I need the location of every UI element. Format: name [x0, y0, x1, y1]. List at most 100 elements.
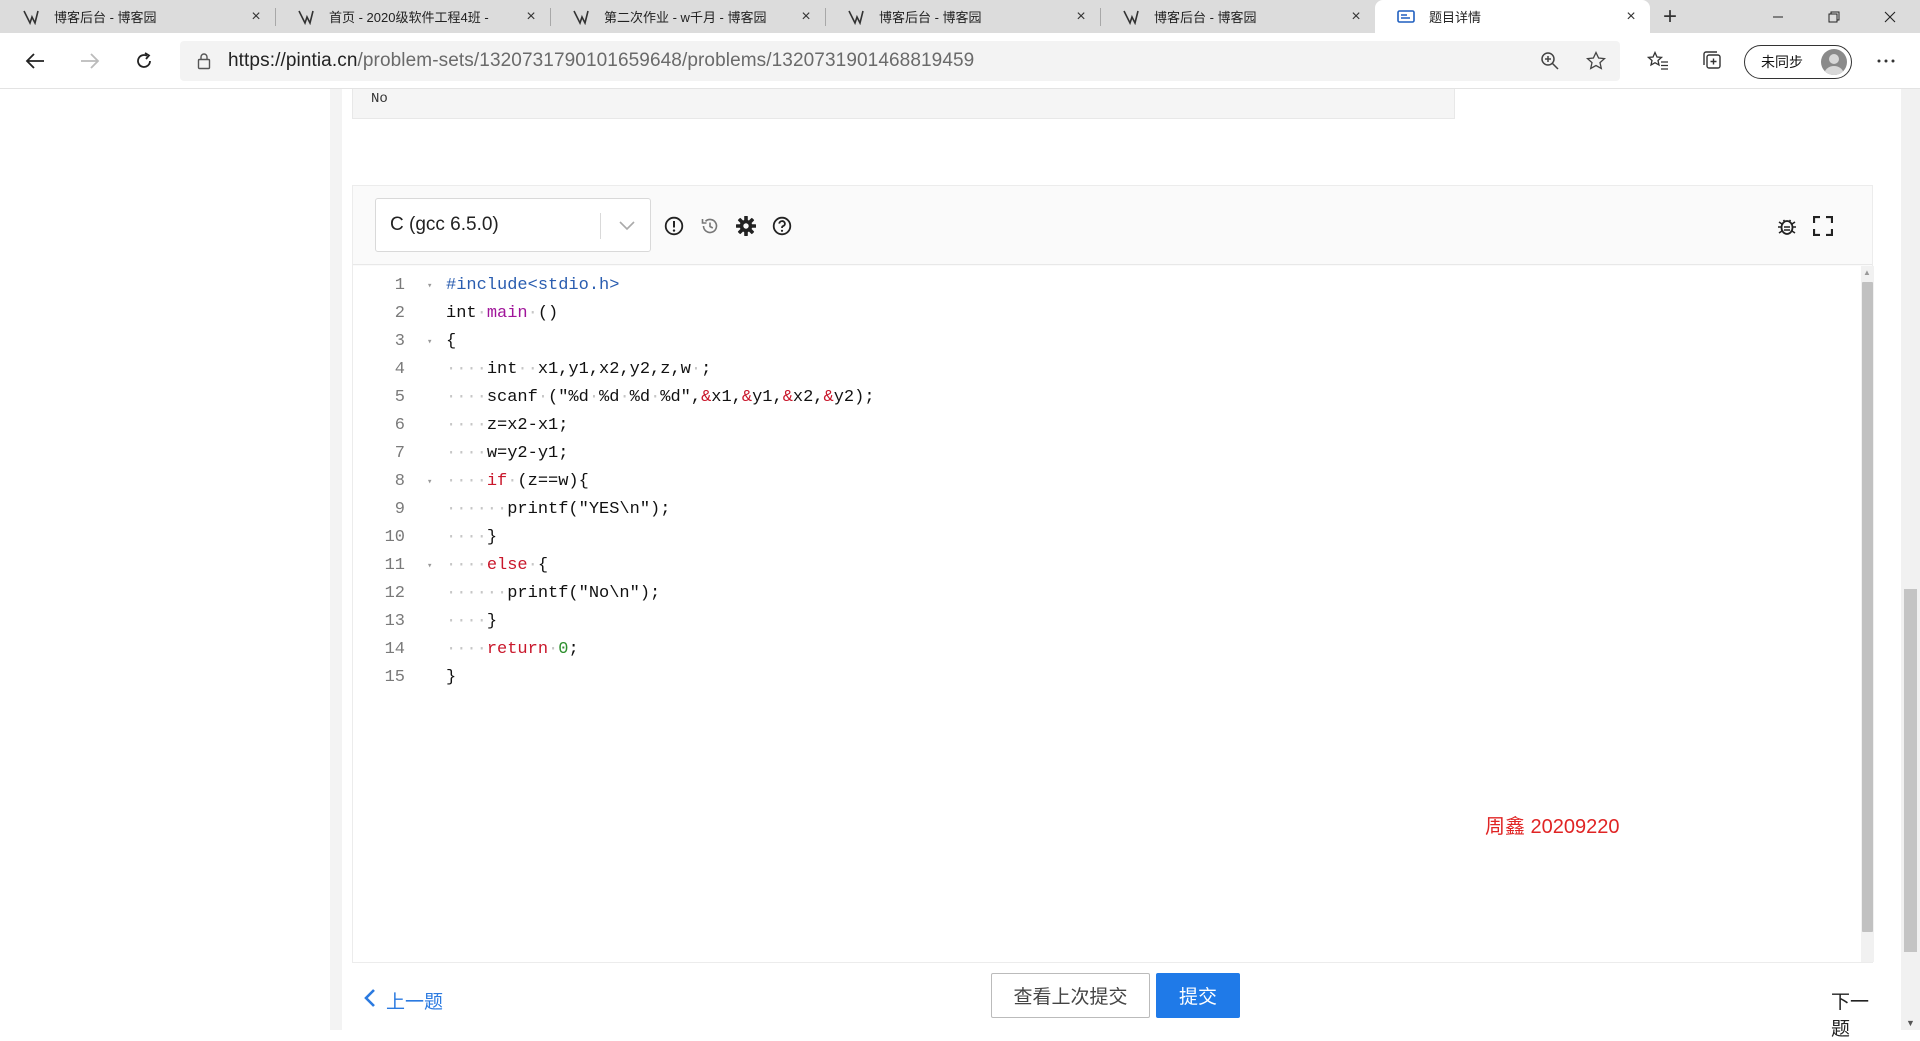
favorites-list-icon[interactable]	[1638, 41, 1678, 81]
code-line: 11 ▾ ····else·{	[353, 552, 1853, 580]
window-close-icon[interactable]	[1862, 0, 1918, 33]
line-number: 6	[394, 416, 405, 435]
refresh-icon[interactable]	[124, 41, 164, 81]
code-line: 13 ····}	[353, 608, 1853, 636]
scroll-down-arrow-icon[interactable]: ▼	[1906, 1018, 1915, 1028]
collections-icon[interactable]	[1693, 41, 1733, 81]
tab-title: 博客后台 - 博客园	[1154, 10, 1257, 25]
line-number: 4	[394, 360, 405, 379]
code-line: 14 ····return·0;	[353, 636, 1853, 664]
chevron-down-icon[interactable]	[614, 213, 640, 239]
browser-tab[interactable]: 首页 - 2020级软件工程4班 - ×	[275, 0, 550, 33]
browser-tab[interactable]: 博客后台 - 博客园 ×	[1100, 0, 1375, 33]
tab-close-icon[interactable]: ×	[791, 2, 821, 32]
code-line: 3 ▾ {	[353, 328, 1853, 356]
code-token: ("%d	[548, 388, 589, 407]
code-token: int	[486, 360, 518, 379]
fold-arrow-icon[interactable]: ▾	[427, 272, 432, 300]
code-token: }	[486, 612, 498, 631]
tab-close-icon[interactable]: ×	[1066, 2, 1096, 32]
url-text: https://pintia.cn/problem-sets/132073179…	[228, 50, 974, 72]
browser-tab[interactable]: 第二次作业 - w千月 - 博客园 ×	[550, 0, 825, 33]
code-text: ····}	[446, 528, 498, 547]
code-token: x1,y1,x2,y2,z,w	[537, 360, 691, 379]
submit-button[interactable]: 提交	[1156, 973, 1240, 1018]
back-arrow-icon[interactable]	[15, 41, 55, 81]
line-number: 5	[394, 388, 405, 407]
browser-tab[interactable]: 博客后台 - 博客园 ×	[825, 0, 1100, 33]
code-line: 2 int·main·()	[353, 300, 1853, 328]
tab-close-icon[interactable]: ×	[1616, 2, 1646, 32]
language-select[interactable]: C (gcc 6.5.0)	[375, 198, 651, 252]
code-token: x2,	[792, 388, 824, 407]
sample-output-text: No	[371, 91, 388, 107]
tab-title: 首页 - 2020级软件工程4班 -	[329, 10, 489, 25]
select-divider	[600, 213, 601, 239]
zoom-icon[interactable]	[1530, 41, 1570, 81]
gear-icon[interactable]	[732, 212, 760, 240]
address-bar[interactable]: https://pintia.cn/problem-sets/132073179…	[180, 41, 1620, 81]
profile-sync-button[interactable]: 未同步	[1744, 45, 1852, 79]
next-problem-link[interactable]: 下一题	[1831, 987, 1873, 1041]
help-circle-icon[interactable]	[768, 212, 796, 240]
code-line: 8 ▾ ····if·(z==w){	[353, 468, 1853, 496]
code-text: ····int··x1,y1,x2,y2,z,w·;	[446, 360, 712, 379]
code-token: %d",	[660, 388, 702, 407]
cnblogs-favicon-icon	[297, 9, 315, 25]
page-scrollbar-thumb[interactable]	[1904, 589, 1917, 952]
restore-icon[interactable]	[1806, 0, 1862, 33]
cnblogs-favicon-icon	[572, 9, 590, 25]
code-token: else	[486, 556, 528, 575]
fold-arrow-icon[interactable]: ▾	[427, 468, 432, 496]
forward-arrow-icon[interactable]	[70, 41, 110, 81]
bug-icon[interactable]	[1773, 212, 1801, 240]
new-tab-button[interactable]: +	[1650, 0, 1690, 33]
code-line: 4 ····int··x1,y1,x2,y2,z,w·;	[353, 356, 1853, 384]
exclamation-circle-icon[interactable]	[660, 212, 688, 240]
code-text: #include<stdio.h>	[446, 276, 620, 295]
history-icon[interactable]	[696, 212, 724, 240]
editor-scrollbar[interactable]: ▲	[1861, 266, 1874, 962]
tab-title: 博客后台 - 博客园	[879, 10, 982, 25]
line-number: 10	[384, 528, 405, 547]
fullscreen-icon[interactable]	[1809, 212, 1837, 240]
watermark-text: 周鑫 20209220	[1485, 816, 1620, 838]
code-text: }	[446, 668, 457, 687]
more-options-icon[interactable]	[1866, 41, 1906, 81]
code-token: &	[701, 388, 712, 407]
code-token: %d	[629, 388, 651, 407]
tab-title: 题目详情	[1429, 10, 1482, 25]
code-text: ····scanf·("%d·%d·%d·%d",&x1,&y1,&x2,&y2…	[446, 388, 875, 407]
browser-tab-active[interactable]: 题目详情 ×	[1375, 0, 1650, 33]
browser-tab-strip: 博客后台 - 博客园 × 首页 - 2020级软件工程4班 - × 第二次作业 …	[0, 0, 1920, 33]
fold-arrow-icon[interactable]: ▾	[427, 328, 432, 356]
tab-close-icon[interactable]: ×	[241, 2, 271, 32]
fold-arrow-icon[interactable]: ▾	[427, 552, 432, 580]
line-number: 1	[394, 276, 405, 295]
code-text: ····else·{	[446, 556, 549, 575]
pta-favicon-icon	[1397, 9, 1415, 25]
lock-icon[interactable]	[180, 52, 228, 70]
code-area[interactable]: 1 ▾ #include<stdio.h> 2 int·main·() 3 ▾ …	[353, 266, 1861, 962]
content-divider	[330, 89, 342, 1030]
code-text: ····}	[446, 612, 498, 631]
minimize-icon[interactable]	[1750, 0, 1806, 33]
code-token: &	[741, 388, 753, 407]
code-token: printf("No\n");	[507, 584, 661, 603]
code-token: x1,	[711, 388, 742, 407]
editor-scrollbar-thumb[interactable]	[1862, 282, 1873, 932]
editor-toolbar: C (gcc 6.5.0)	[353, 186, 1872, 265]
code-token: return	[486, 640, 549, 659]
tab-close-icon[interactable]: ×	[1341, 2, 1371, 32]
favorite-star-icon[interactable]	[1576, 41, 1616, 81]
prev-problem-link[interactable]: 上一题	[364, 987, 443, 1014]
code-text: {	[446, 332, 457, 351]
browser-tab[interactable]: 博客后台 - 博客园 ×	[0, 0, 275, 33]
view-last-submission-button[interactable]: 查看上次提交	[991, 973, 1150, 1018]
scroll-up-arrow-icon[interactable]: ▲	[1863, 268, 1871, 277]
line-number: 3	[394, 332, 405, 351]
tab-close-icon[interactable]: ×	[516, 2, 546, 32]
code-text: ····return·0;	[446, 640, 579, 659]
tab-title: 第二次作业 - w千月 - 博客园	[604, 10, 767, 25]
page-scrollbar[interactable]: ▼	[1901, 89, 1920, 1030]
